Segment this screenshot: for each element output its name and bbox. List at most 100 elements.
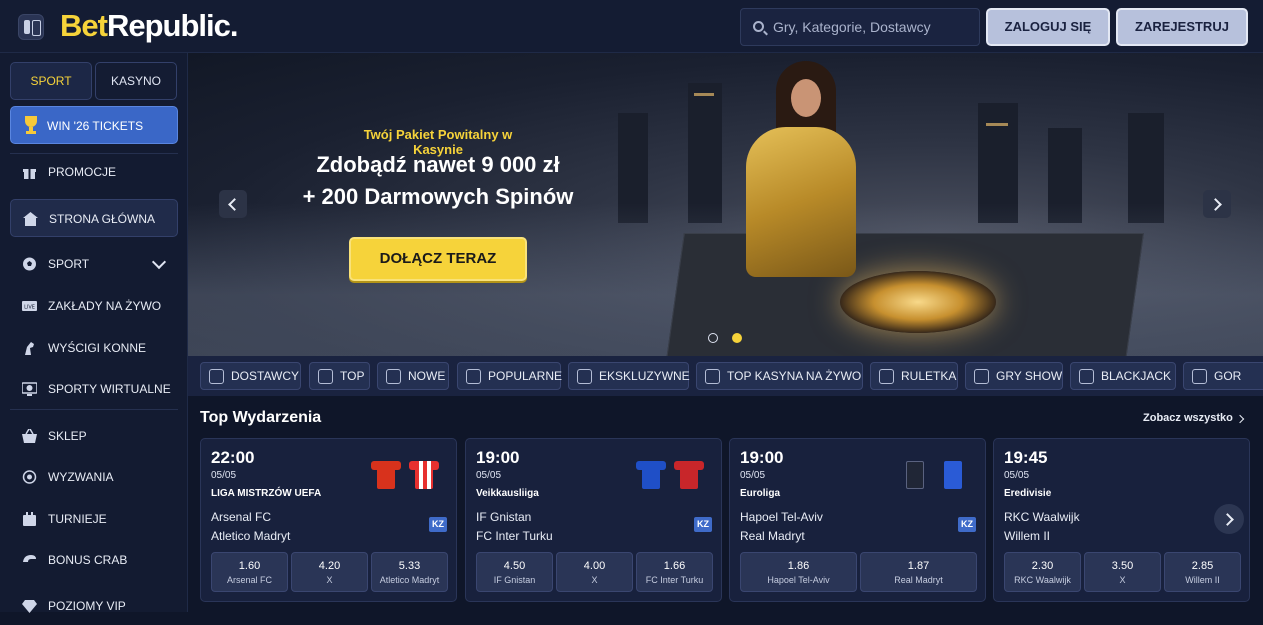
- kz-badge: KZ: [694, 517, 712, 532]
- sidebar-item-home[interactable]: STRONA GŁÓWNA: [10, 199, 178, 237]
- sidebar-item-bonus-crab[interactable]: BONUS CRAB: [10, 541, 178, 579]
- category-chip-exclusive[interactable]: EKSKLUZYWNE: [568, 362, 690, 390]
- top-header: BetRepublic. ZALOGUJ SIĘ ZAREJESTRUJ: [0, 0, 1263, 53]
- sidebar-item-live-betting[interactable]: LIVE ZAKŁADY NA ŻYWO: [10, 287, 178, 325]
- team-away: Atletico Madryt: [211, 529, 291, 543]
- odds-button[interactable]: 1.66 FC Inter Turku: [636, 552, 713, 592]
- team-away: FC Inter Turku: [476, 529, 553, 543]
- odds-button[interactable]: 2.85 Willem II: [1164, 552, 1241, 592]
- odds-button[interactable]: 3.50 X: [1084, 552, 1161, 592]
- away-jersey-icon: [409, 457, 439, 491]
- section-title: Top Wydarzenia: [200, 409, 322, 426]
- microphone-icon: [974, 369, 989, 384]
- event-date: 05/05: [211, 470, 237, 481]
- sidebar-item-promocje[interactable]: PROMOCJE: [10, 153, 178, 191]
- event-league: Eredivisie: [1004, 488, 1052, 499]
- chevron-down-icon[interactable]: [151, 254, 167, 270]
- carousel-dot[interactable]: [708, 333, 718, 343]
- team-away: Real Madryt: [740, 529, 805, 543]
- event-league: Euroliga: [740, 488, 781, 499]
- search-box[interactable]: [740, 8, 980, 46]
- virtual-sports-icon: [22, 382, 37, 396]
- tab-kasyno[interactable]: KASYNO: [95, 62, 177, 100]
- gift-icon: [23, 169, 36, 179]
- sidebar-item-vip-levels[interactable]: POZIOMY VIP: [10, 587, 178, 625]
- svg-text:LIVE: LIVE: [24, 305, 35, 311]
- category-chip-new[interactable]: NOWE: [377, 362, 449, 390]
- category-chip-hot[interactable]: GOR: [1183, 362, 1263, 390]
- event-date: 05/05: [1004, 470, 1030, 481]
- event-card[interactable]: 19:00 05/05 Euroliga Hapoel Tel-Aviv Rea…: [729, 438, 986, 602]
- odds-button[interactable]: 5.33 Atletico Madryt: [371, 552, 448, 592]
- chevron-right-icon[interactable]: [1235, 414, 1245, 424]
- sidebar-toggle-icon[interactable]: [18, 14, 44, 40]
- sidebar-item-horse-racing[interactable]: WYŚCIGI KONNE: [10, 329, 178, 367]
- sidebar-item-shop[interactable]: SKLEP: [10, 417, 178, 455]
- sidebar-divider: [10, 409, 178, 410]
- search-input[interactable]: [773, 9, 973, 45]
- promo-banner[interactable]: Twój Pakiet Powitalny w Kasynie Zdobądź …: [188, 53, 1263, 356]
- sidebar-item-sport[interactable]: SPORT: [10, 245, 178, 283]
- banner-title: Zdobądź nawet 9 000 zł + 200 Darmowych S…: [302, 152, 574, 209]
- odds-button[interactable]: 4.20 X: [291, 552, 368, 592]
- logo[interactable]: BetRepublic.: [60, 8, 238, 44]
- sidebar-item-tournaments[interactable]: TURNIEJE: [10, 500, 178, 538]
- carousel-dot-active[interactable]: [732, 333, 742, 343]
- live-icon: LIVE: [22, 301, 37, 311]
- team-home: IF Gnistan: [476, 510, 532, 524]
- register-button[interactable]: ZAREJESTRUJ: [1116, 8, 1248, 46]
- cards-icon: [1079, 369, 1094, 384]
- home-jersey-icon: [636, 457, 666, 491]
- category-chip-popular[interactable]: POPULARNE: [457, 362, 562, 390]
- category-chip-roulette[interactable]: RULETKA: [870, 362, 958, 390]
- odds-button[interactable]: 1.87 Real Madryt: [860, 552, 977, 592]
- win-tickets-button[interactable]: WIN '26 TICKETS: [10, 106, 178, 144]
- event-date: 05/05: [740, 470, 766, 481]
- event-league: LIGA MISTRZÓW UEFA: [211, 488, 322, 499]
- diamond-icon: [577, 369, 592, 384]
- kz-badge: KZ: [958, 517, 976, 532]
- soccer-ball-icon: [23, 257, 36, 271]
- tab-sport[interactable]: SPORT: [10, 62, 92, 100]
- basket-icon: [22, 429, 37, 443]
- lightning-icon: [386, 369, 401, 384]
- event-league: Veikkausliiga: [476, 488, 539, 499]
- sidebar-item-virtual-sports[interactable]: SPORTY WIRTUALNE: [10, 370, 178, 408]
- event-card[interactable]: 19:00 05/05 Veikkausliiga IF Gnistan FC …: [465, 438, 722, 602]
- away-jersey-icon: [674, 457, 704, 491]
- odds-button[interactable]: 1.86 Hapoel Tel-Aviv: [740, 552, 857, 592]
- kz-badge: KZ: [429, 517, 447, 532]
- team-home: RKC Waalwijk: [1004, 510, 1080, 524]
- events-next-arrow-icon[interactable]: [1214, 504, 1244, 534]
- search-icon: [753, 21, 764, 32]
- event-card[interactable]: 22:00 05/05 LIGA MISTRZÓW UEFA Arsenal F…: [200, 438, 457, 602]
- team-home: Arsenal FC: [211, 510, 272, 524]
- odds-button[interactable]: 2.30 RKC Waalwijk: [1004, 552, 1081, 592]
- category-chip-top[interactable]: TOP: [309, 362, 370, 390]
- home-icon: [23, 212, 38, 226]
- category-chip-top-live-casino[interactable]: TOP KASYNA NA ŻYWO: [696, 362, 863, 390]
- odds-button[interactable]: 1.60 Arsenal FC: [211, 552, 288, 592]
- star-icon: [705, 369, 720, 384]
- category-chip-blackjack[interactable]: BLACKJACK: [1070, 362, 1176, 390]
- home-jersey-icon: [900, 457, 930, 491]
- crab-icon: [23, 555, 36, 562]
- event-time: 19:45: [1004, 448, 1048, 467]
- odds-button[interactable]: 4.50 IF Gnistan: [476, 552, 553, 592]
- join-now-button[interactable]: DOŁĄCZ TERAZ: [349, 237, 527, 281]
- sidebar: SPORT KASYNO WIN '26 TICKETS PROMOCJE ST…: [0, 53, 188, 613]
- event-time: 19:00: [476, 448, 520, 467]
- category-chip-game-shows[interactable]: GRY SHOW: [965, 362, 1063, 390]
- banner-prev-arrow-icon[interactable]: [219, 190, 247, 218]
- category-chip-providers[interactable]: DOSTAWCY: [200, 362, 301, 390]
- event-time: 19:00: [740, 448, 784, 467]
- login-button[interactable]: ZALOGUJ SIĘ: [986, 8, 1110, 46]
- sidebar-item-challenges[interactable]: WYZWANIA: [10, 458, 178, 496]
- diamond-icon: [22, 600, 37, 613]
- team-away: Willem II: [1004, 529, 1050, 543]
- odds-button[interactable]: 4.00 X: [556, 552, 633, 592]
- banner-next-arrow-icon[interactable]: [1203, 190, 1231, 218]
- event-card[interactable]: 19:45 05/05 Eredivisie RKC Waalwijk Will…: [993, 438, 1250, 602]
- see-all-link[interactable]: Zobacz wszystko: [1143, 412, 1233, 424]
- crown-icon: [318, 369, 333, 384]
